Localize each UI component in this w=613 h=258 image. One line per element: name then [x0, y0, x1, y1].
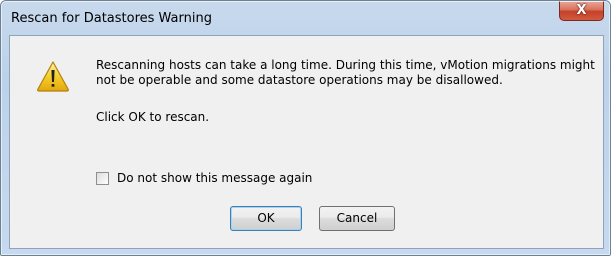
dialog-window: Rescan for Datastores Warning X Rescanni…: [0, 0, 611, 256]
warning-message: Rescanning hosts can take a long time. D…: [96, 58, 596, 88]
close-button[interactable]: X: [559, 1, 604, 21]
rescan-hint: Click OK to rescan.: [96, 110, 210, 124]
window-title: Rescan for Datastores Warning: [11, 11, 212, 26]
dont-show-again-checkbox[interactable]: [96, 171, 109, 185]
ok-button[interactable]: OK: [230, 206, 302, 231]
dont-show-again-label[interactable]: Do not show this message again: [117, 171, 312, 185]
warning-icon: [37, 61, 69, 92]
cancel-button[interactable]: Cancel: [319, 206, 395, 231]
dialog-body: Rescanning hosts can take a long time. D…: [9, 35, 604, 249]
dont-show-again-option[interactable]: Do not show this message again: [96, 170, 312, 186]
title-bar[interactable]: Rescan for Datastores Warning X: [1, 1, 610, 35]
close-icon: X: [576, 3, 587, 18]
message-text: Rescanning hosts can take a long time. D…: [96, 58, 595, 87]
